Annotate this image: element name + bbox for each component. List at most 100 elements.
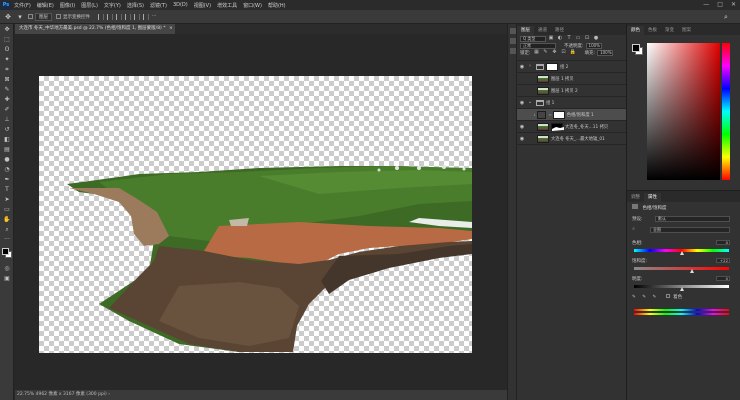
dodge-tool-icon[interactable]: ◔ <box>2 165 12 174</box>
gradient-tool-icon[interactable]: ▤ <box>2 145 12 154</box>
eyedropper-minus-icon[interactable]: ✎ <box>652 295 656 300</box>
lock-transparent-icon[interactable]: ▦ <box>534 50 540 55</box>
more-options-button[interactable]: ··· <box>152 14 156 19</box>
magic-wand-tool-icon[interactable]: ✦ <box>2 55 12 64</box>
menu-view[interactable]: 视图(V) <box>194 2 211 9</box>
layer-row-group-2[interactable]: ◉ › 组 2 <box>517 61 626 73</box>
saturation-value[interactable]: +22 <box>716 258 730 263</box>
actions-panel-icon[interactable] <box>510 48 516 54</box>
close-document-icon[interactable]: × <box>169 26 173 31</box>
menu-file[interactable]: 文件(F) <box>14 2 31 9</box>
menu-filter[interactable]: 滤镜(T) <box>150 2 167 9</box>
clone-stamp-tool-icon[interactable]: ⊥ <box>2 115 12 124</box>
search-icon[interactable]: ⌕ <box>722 13 730 21</box>
zoom-tool-icon[interactable]: ⌕ <box>2 225 12 234</box>
layer-row-copy-1[interactable]: 图层 1 拷贝 <box>517 73 626 85</box>
menu-image[interactable]: 图像(I) <box>60 2 75 9</box>
eraser-tool-icon[interactable]: ◧ <box>2 135 12 144</box>
adjustment-filter-icon[interactable]: ◐ <box>557 36 563 41</box>
auto-select-checkbox[interactable] <box>28 14 33 19</box>
show-transform-checkbox[interactable] <box>56 14 61 19</box>
properties-panel-icon[interactable] <box>510 38 516 44</box>
lock-artboard-icon[interactable]: ⊡ <box>561 50 567 55</box>
document-tab[interactable]: 大连市 冬天_中华地方最美.psd @ 22.7% (色相/饱和度 1, 图层蒙… <box>15 24 175 34</box>
align-center-icon[interactable] <box>107 13 113 20</box>
tab-layers[interactable]: 图层 <box>517 26 534 35</box>
history-brush-tool-icon[interactable]: ↺ <box>2 125 12 134</box>
visibility-eye-icon[interactable]: ◉ <box>517 124 527 130</box>
expand-chevron-icon[interactable]: › <box>527 64 533 69</box>
menu-edit[interactable]: 编辑(E) <box>37 2 54 9</box>
preset-select[interactable]: 默认 <box>655 216 730 222</box>
menu-3d[interactable]: 3D(D) <box>173 2 188 8</box>
layer-row-copy-2[interactable]: 图层 1 拷贝 2 <box>517 85 626 97</box>
align-bottom-icon[interactable] <box>143 13 149 20</box>
minimize-icon[interactable]: — <box>703 1 709 8</box>
maximize-icon[interactable]: □ <box>717 1 723 8</box>
type-filter-icon[interactable]: T <box>566 36 572 41</box>
visibility-eye-icon[interactable]: ◉ <box>517 64 527 70</box>
align-middle-icon[interactable] <box>134 13 140 20</box>
hand-tool-icon[interactable]: ✋ <box>2 215 12 224</box>
colorize-checkbox[interactable] <box>665 294 670 298</box>
visibility-eye-icon[interactable]: ◉ <box>517 136 527 142</box>
layer-row-hue-saturation[interactable]: ↓ ∞ 色相/饱和度 1 <box>517 109 626 121</box>
pen-tool-icon[interactable]: ✒ <box>2 175 12 184</box>
crop-tool-icon[interactable]: ⌗ <box>2 65 12 74</box>
menu-type[interactable]: 文字(Y) <box>104 2 121 9</box>
tab-swatches[interactable]: 色板 <box>644 26 661 35</box>
opacity-field[interactable]: 100% <box>585 42 602 49</box>
tab-color[interactable]: 颜色 <box>627 26 644 35</box>
quick-mask-icon[interactable]: ◎ <box>2 264 12 273</box>
layer-row-photo-base[interactable]: ◉ 大连冬 冬天_...最大地辐_01 <box>517 133 626 145</box>
dropdown-arrow-icon[interactable]: ▾ <box>16 13 24 21</box>
tab-paths[interactable]: 路径 <box>551 26 568 35</box>
frame-tool-icon[interactable]: ⊠ <box>2 75 12 84</box>
lock-position-icon[interactable]: ✥ <box>552 50 558 55</box>
shape-filter-icon[interactable]: ▭ <box>575 36 581 41</box>
link-chain-icon[interactable]: ∞ <box>548 112 551 117</box>
screen-mode-icon[interactable]: ▣ <box>2 274 12 283</box>
hue-value[interactable]: 0 <box>716 240 730 245</box>
tab-channels[interactable]: 通道 <box>534 26 551 35</box>
brush-tool-icon[interactable]: ✐ <box>2 105 12 114</box>
hue-slider[interactable] <box>722 43 730 180</box>
layer-kind-filter-select[interactable]: Q 类型 <box>520 35 546 42</box>
close-icon[interactable]: ✕ <box>731 1 736 8</box>
eyedropper-plus-icon[interactable]: ✎ <box>642 295 646 300</box>
layer-mask-thumbnail[interactable] <box>551 122 564 131</box>
color-swatches[interactable] <box>0 247 13 263</box>
saturation-brightness-field[interactable] <box>647 43 720 180</box>
layer-row-photo-masked[interactable]: ◉ 大连冬_冬天...11 拷贝 <box>517 121 626 133</box>
align-top-icon[interactable] <box>125 13 131 20</box>
menu-select[interactable]: 选择(S) <box>127 2 144 9</box>
filter-toggle-icon[interactable]: ● <box>593 36 599 41</box>
rectangle-tool-icon[interactable]: ▭ <box>2 205 12 214</box>
auto-select-target-select[interactable]: 图层 <box>35 12 52 21</box>
menu-plugins[interactable]: 增效工具 <box>217 2 237 9</box>
layer-mask-thumbnail[interactable] <box>552 110 565 119</box>
tab-gradients[interactable]: 渐变 <box>661 26 678 35</box>
hue-slider-handle[interactable] <box>679 251 684 255</box>
smart-object-filter-icon[interactable]: ⊡ <box>584 36 590 41</box>
blur-tool-icon[interactable]: ● <box>2 155 12 164</box>
move-tool-icon[interactable]: ✥ <box>4 13 12 21</box>
saturation-slider-handle[interactable] <box>689 269 694 273</box>
lock-image-icon[interactable]: ✎ <box>543 50 549 55</box>
path-selection-tool-icon[interactable]: ➤ <box>2 195 12 204</box>
tab-adjustments[interactable]: 调整 <box>627 193 644 202</box>
image-filter-icon[interactable]: ▣ <box>548 36 554 41</box>
document-canvas[interactable] <box>39 76 472 353</box>
tab-properties[interactable]: 属性 <box>644 193 661 202</box>
menu-window[interactable]: 窗口(W) <box>243 2 262 9</box>
menu-help[interactable]: 帮助(H) <box>268 2 286 9</box>
layer-row-group-1[interactable]: ◉ ⌄ 组 1 <box>517 97 626 109</box>
group-mask-thumbnail[interactable] <box>546 62 558 71</box>
eyedropper-icon[interactable]: ✎ <box>632 295 636 300</box>
fill-field[interactable]: 100% <box>597 49 614 56</box>
tab-patterns[interactable]: 图案 <box>678 26 695 35</box>
foreground-color-swatch[interactable] <box>2 248 9 255</box>
channel-select[interactable]: 全图 <box>650 227 730 233</box>
more-tools-icon[interactable]: ··· <box>2 235 12 244</box>
lock-all-icon[interactable]: 🔒 <box>570 50 576 55</box>
